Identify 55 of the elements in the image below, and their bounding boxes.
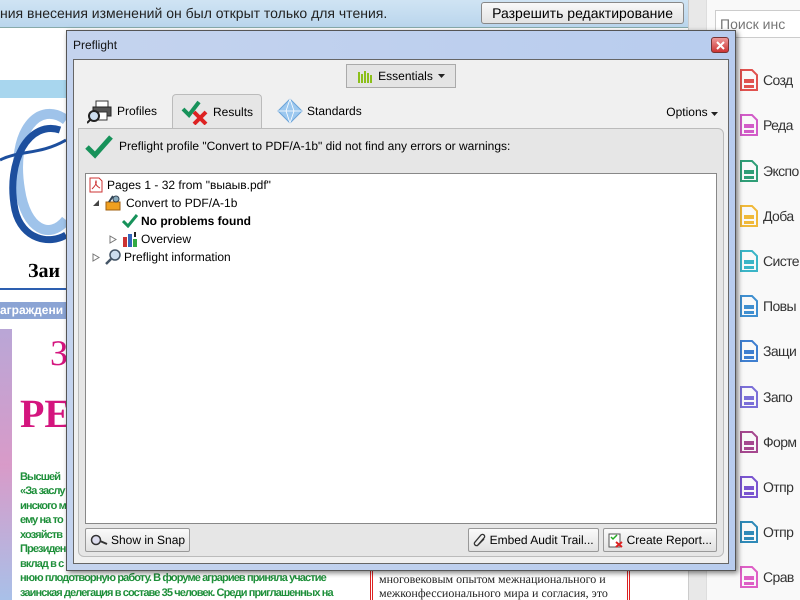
- result-message: Preflight profile "Convert to PDF/A-1b" did not find any errors or warnings:: [119, 139, 510, 153]
- tool-item[interactable]: Созд: [707, 58, 800, 103]
- banner-text: аграждени: [0, 302, 66, 318]
- printer-magnifier-icon: [87, 98, 113, 124]
- expanded-arrow-icon[interactable]: [92, 199, 100, 207]
- article-line: Высшей: [20, 470, 60, 484]
- show-in-snap-button[interactable]: Show in Snap: [85, 528, 190, 552]
- pdf-icon: [88, 177, 104, 193]
- check-cross-icon: [181, 98, 210, 124]
- masthead-text: Заи: [28, 260, 60, 284]
- close-button[interactable]: [711, 37, 729, 53]
- info-message: ния внесения изменений он был открыт только для чтения.: [0, 5, 388, 22]
- checkmark-icon: [122, 214, 138, 228]
- checkmark-icon: [85, 135, 113, 159]
- diamond-icon: [277, 98, 304, 124]
- article-line: нюю плодотворную работу. В форуме аграриев приняла участие: [20, 571, 326, 586]
- headline: РЕ: [20, 390, 64, 436]
- tool-item[interactable]: Форм: [707, 419, 800, 464]
- tool-item[interactable]: Срав: [707, 554, 800, 600]
- tab[interactable]: Results: [172, 94, 262, 128]
- collapsed-arrow-icon[interactable]: [109, 234, 117, 244]
- tool-item[interactable]: Защи: [707, 328, 800, 374]
- magnifier-icon: [90, 534, 108, 546]
- masthead-band: [0, 80, 66, 98]
- caret-icon: [438, 74, 445, 78]
- article-line: «За заслу: [20, 484, 65, 498]
- magnifier-icon: [105, 249, 121, 265]
- article-line: хозяйств: [20, 528, 62, 542]
- article-line: вклад в с: [20, 556, 64, 571]
- allow-editing-button[interactable]: Разрешить редактирование: [481, 2, 684, 24]
- article-line: ему на то: [20, 513, 63, 528]
- article-line: заинская делегация в составе 35 человек. Среди приглашенных на: [20, 586, 333, 600]
- bars-icon: [357, 70, 374, 82]
- article-line: Президен: [20, 542, 66, 556]
- window-title: Preflight: [73, 38, 118, 52]
- tool-item[interactable]: Отпр: [707, 464, 800, 510]
- tool-item[interactable]: Запо: [707, 374, 800, 420]
- search-field[interactable]: Поиск инс: [715, 10, 800, 38]
- tab[interactable]: Profiles: [78, 94, 166, 128]
- dialog-button[interactable]: Create Report...: [602, 528, 717, 552]
- report-icon: [608, 532, 624, 548]
- dialog-button[interactable]: Embed Audit Trail...: [468, 528, 599, 552]
- collapsed-arrow-icon[interactable]: [92, 252, 100, 262]
- bar-chart-icon: [122, 231, 138, 247]
- close-icon: [716, 40, 724, 50]
- headline: З: [50, 332, 70, 374]
- tool-item[interactable]: Повы: [707, 284, 800, 329]
- quote-line: межконфессионального мира и согласия, это: [379, 586, 609, 600]
- tab[interactable]: Standards: [268, 94, 371, 128]
- profile-menu-button[interactable]: Essentials: [346, 64, 456, 88]
- caret-icon: [711, 112, 718, 116]
- article-line: инского м: [20, 498, 66, 513]
- quote-line: многовековым опытом межнационального и: [379, 572, 607, 586]
- toolbox-icon: [105, 195, 123, 211]
- paperclip-icon: [472, 532, 487, 548]
